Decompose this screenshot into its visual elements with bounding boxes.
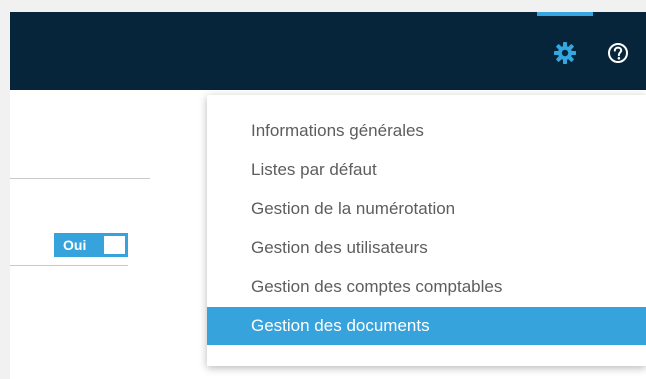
question-circle-icon xyxy=(608,43,628,63)
help-button[interactable] xyxy=(606,41,630,65)
toggle-knob xyxy=(104,236,125,254)
section-divider xyxy=(10,178,150,179)
oui-toggle[interactable]: Oui xyxy=(54,233,128,257)
toggle-track xyxy=(100,233,128,257)
settings-dropdown-menu: Informations générales Listes par défaut… xyxy=(207,95,646,366)
top-navigation-bar xyxy=(10,12,646,90)
menu-item-gestion-documents[interactable]: Gestion des documents xyxy=(207,307,646,345)
menu-item-gestion-numerotation[interactable]: Gestion de la numérotation xyxy=(207,190,646,228)
menu-item-gestion-utilisateurs[interactable]: Gestion des utilisateurs xyxy=(207,229,646,267)
gear-icon xyxy=(554,42,576,64)
menu-item-gestion-comptes-comptables[interactable]: Gestion des comptes comptables xyxy=(207,268,646,306)
app-window: Oui Informations générales Listes par dé… xyxy=(10,12,646,379)
row-divider xyxy=(10,265,128,266)
menu-item-listes-par-defaut[interactable]: Listes par défaut xyxy=(207,151,646,189)
settings-button[interactable] xyxy=(537,12,593,90)
page: { "header": { "settings_icon": "gear-ico… xyxy=(0,0,646,379)
menu-item-informations-generales[interactable]: Informations générales xyxy=(207,112,646,150)
toggle-label: Oui xyxy=(54,233,100,257)
